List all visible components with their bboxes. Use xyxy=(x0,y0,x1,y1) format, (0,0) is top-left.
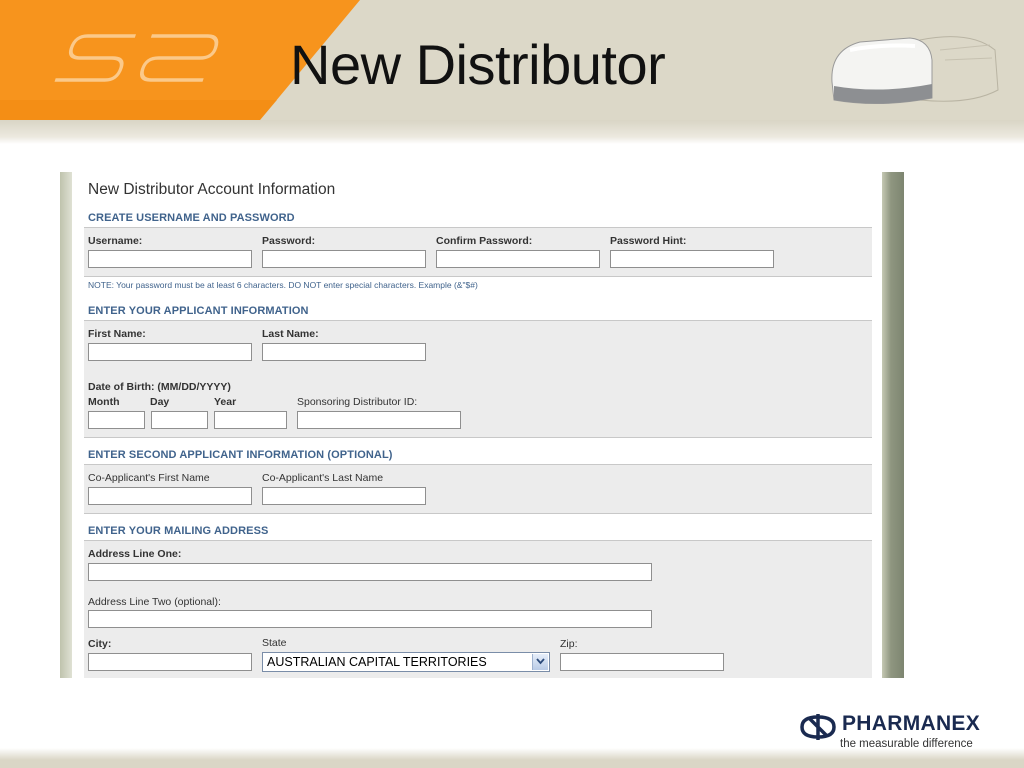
password-input[interactable] xyxy=(262,250,426,268)
form-heading: New Distributor Account Information xyxy=(88,181,336,198)
month-label: Month xyxy=(88,396,120,408)
header-divider-band xyxy=(0,120,1024,144)
co-first-name-label: Co-Applicant's First Name xyxy=(88,472,210,484)
co-applicant-section: Co-Applicant's First Name Co-Applicant's… xyxy=(84,464,872,514)
co-last-name-input[interactable] xyxy=(262,487,426,505)
section-title-mailing: ENTER YOUR MAILING ADDRESS xyxy=(88,525,269,537)
form-screenshot: New Distributor Account Information CREA… xyxy=(60,172,904,678)
right-rail xyxy=(882,172,904,678)
sponsor-label: Sponsoring Distributor ID: xyxy=(297,396,418,408)
password-hint-input[interactable] xyxy=(610,250,774,268)
dob-month-input[interactable] xyxy=(88,411,145,429)
city-input[interactable] xyxy=(88,653,252,671)
sponsor-id-input[interactable] xyxy=(297,411,461,429)
address-two-label: Address Line Two (optional): xyxy=(88,596,221,608)
dob-day-input[interactable] xyxy=(151,411,208,429)
state-select-value: AUSTRALIAN CAPITAL TERRITORIES xyxy=(267,655,487,669)
address-one-input[interactable] xyxy=(88,563,652,581)
confirm-password-label: Confirm Password: xyxy=(436,235,533,247)
pharmanex-tagline: the measurable difference xyxy=(840,738,973,750)
s2-logo: S2 xyxy=(50,28,219,82)
last-name-input[interactable] xyxy=(262,343,426,361)
left-rail xyxy=(60,172,72,678)
password-label: Password: xyxy=(262,235,316,247)
section-title-applicant: ENTER YOUR APPLICANT INFORMATION xyxy=(88,305,309,317)
confirm-password-input[interactable] xyxy=(436,250,600,268)
state-select[interactable]: AUSTRALIAN CAPITAL TERRITORIES xyxy=(262,652,550,672)
year-label: Year xyxy=(214,396,237,408)
state-label: State xyxy=(262,637,287,649)
password-note: NOTE: Your password must be at least 6 c… xyxy=(88,280,478,290)
first-name-input[interactable] xyxy=(88,343,252,361)
slide-header: S2 New Distributor xyxy=(0,0,1024,120)
co-first-name-input[interactable] xyxy=(88,487,252,505)
applicant-section: First Name: Last Name: Date of Birth: (M… xyxy=(84,320,872,438)
last-name-label: Last Name: xyxy=(262,328,319,340)
device-image xyxy=(831,36,999,105)
username-label: Username: xyxy=(88,235,143,247)
address-two-input[interactable] xyxy=(88,610,652,628)
pharmanex-wordmark: PHARMANEX xyxy=(842,712,981,735)
day-label: Day xyxy=(150,396,170,408)
pharmanex-logo-icon xyxy=(800,714,836,740)
section-title-account: CREATE USERNAME AND PASSWORD xyxy=(88,212,295,224)
account-section: Username: Password: Confirm Password: Pa… xyxy=(84,227,872,277)
account-form: New Distributor Account Information CREA… xyxy=(72,172,882,678)
svg-text:S2: S2 xyxy=(50,28,52,29)
chevron-down-icon[interactable] xyxy=(532,654,548,670)
dob-year-input[interactable] xyxy=(214,411,287,429)
pharmanex-logo: PHARMANEX the measurable difference xyxy=(798,712,1008,752)
first-name-label: First Name: xyxy=(88,328,146,340)
dob-label: Date of Birth: (MM/DD/YYYY) xyxy=(88,381,231,393)
section-title-co-applicant: ENTER SECOND APPLICANT INFORMATION (OPTI… xyxy=(88,449,393,461)
address-one-label: Address Line One: xyxy=(88,548,182,560)
city-label: City: xyxy=(88,638,112,650)
co-last-name-label: Co-Applicant's Last Name xyxy=(262,472,384,484)
password-hint-label: Password Hint: xyxy=(610,235,687,247)
zip-label: Zip: xyxy=(560,638,578,650)
username-input[interactable] xyxy=(88,250,252,268)
zip-input[interactable] xyxy=(560,653,724,671)
slide-title: New Distributor xyxy=(290,33,666,96)
